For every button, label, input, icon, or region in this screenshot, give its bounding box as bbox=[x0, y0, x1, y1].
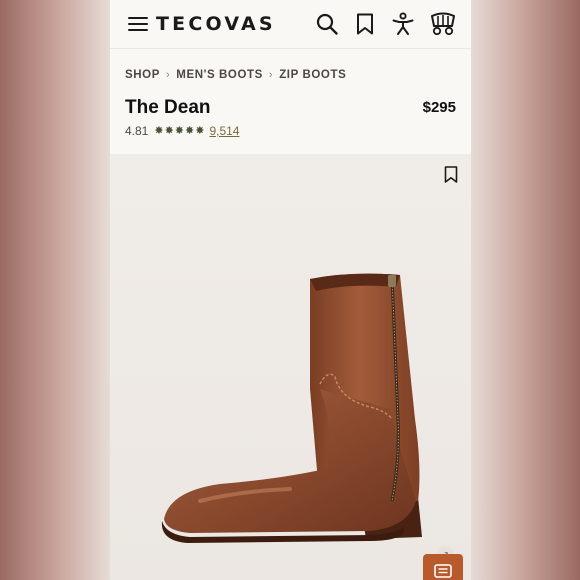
product-image-gallery[interactable]: ↗ bbox=[110, 154, 471, 580]
title-row: The Dean $295 bbox=[125, 97, 456, 119]
breadcrumb-separator: › bbox=[268, 69, 274, 81]
bookmark-icon[interactable] bbox=[353, 12, 377, 36]
star-icon: ✸ bbox=[154, 124, 164, 137]
star-icon: ✸ bbox=[164, 124, 174, 137]
breadcrumb-zip-boots[interactable]: ZIP BOOTS bbox=[279, 69, 346, 81]
star-icon: ✸ bbox=[174, 124, 185, 137]
breadcrumb: SHOP › MEN'S BOOTS › ZIP BOOTS bbox=[125, 69, 456, 81]
menu-icon[interactable] bbox=[128, 17, 148, 31]
cart-wagon-icon[interactable] bbox=[429, 12, 457, 36]
header-icons bbox=[315, 12, 457, 36]
brand-logo[interactable]: TECOVAS bbox=[156, 13, 276, 35]
site-header: TECOVAS bbox=[110, 0, 471, 49]
chat-button[interactable] bbox=[423, 554, 463, 580]
chat-icon bbox=[434, 564, 452, 578]
rating-row: 4.81 ✸ ✸ ✸ ✸ ✸ 9,514 bbox=[125, 124, 456, 138]
breadcrumb-shop[interactable]: SHOP bbox=[125, 69, 160, 81]
star-icon: ✸ bbox=[195, 124, 205, 137]
save-bookmark-icon[interactable] bbox=[441, 164, 461, 184]
product-price: $295 bbox=[422, 99, 456, 116]
search-icon[interactable] bbox=[315, 12, 339, 36]
account-icon[interactable] bbox=[391, 12, 415, 36]
star-icon: ✸ bbox=[185, 124, 195, 137]
star-rating: ✸ ✸ ✸ ✸ ✸ bbox=[154, 124, 205, 137]
mobile-page: TECOVAS SHOP › MEN'S BOOTS › ZIP BOOTS T bbox=[110, 0, 471, 580]
product-boot-image bbox=[161, 273, 422, 543]
breadcrumb-mens-boots[interactable]: MEN'S BOOTS bbox=[176, 69, 263, 81]
product-title: The Dean bbox=[125, 97, 211, 118]
reviews-count-link[interactable]: 9,514 bbox=[209, 124, 239, 138]
rating-value: 4.81 bbox=[125, 124, 149, 138]
product-info: SHOP › MEN'S BOOTS › ZIP BOOTS The Dean … bbox=[110, 49, 471, 155]
breadcrumb-separator: › bbox=[166, 69, 171, 81]
